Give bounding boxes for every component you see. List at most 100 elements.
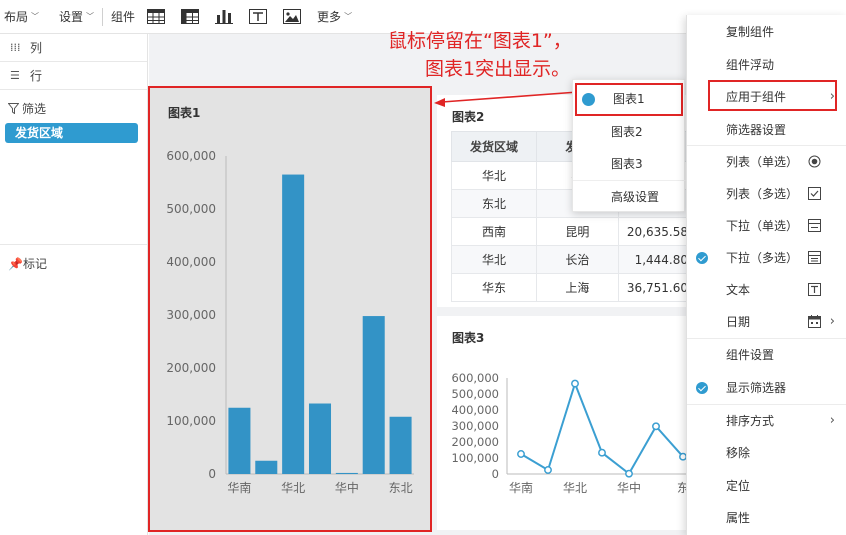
table-cell: 1,444.80 [617,245,698,274]
menu-item-list-multi[interactable]: 列表（多选） [687,178,846,210]
table-row: 华东 上海 36,751.60 [451,273,698,302]
x-tick-label: 华南 [509,480,533,495]
text-icon[interactable] [247,6,269,28]
y-tick-label: 600,000 [166,149,216,163]
chart1-bar-chart: 0 100,000 200,000 300,000 400,000 500,000 600,… [166,149,414,495]
submenu-item-chart1[interactable]: 图表1 [575,83,683,116]
chevron-right-icon: › [829,413,835,428]
table-header[interactable]: 发货区域 [451,131,537,162]
filter-section-title: 筛选 [8,100,46,117]
x-tick-label: 华北 [563,481,587,495]
filter-icon [8,103,19,114]
table-cell: 西南 [451,217,537,246]
menu-item-copy-component[interactable]: 复制组件 [687,16,846,48]
menu-item-remove[interactable]: 移除 [687,437,846,469]
y-tick-label: 400,000 [166,255,216,269]
menu-item-float-component[interactable]: 组件浮动 [687,49,846,81]
component-label: 组件 [111,10,136,24]
columns-icon: ⁞⁞⁞ [10,41,21,54]
chevron-right-icon: › [829,89,835,104]
y-tick-label: 0 [492,467,499,481]
table-row: 华北 长治 1,444.80 [451,245,698,274]
menu-item-text[interactable]: 文本 [687,274,846,306]
menu-item-locate[interactable]: 定位 [687,470,846,502]
chevron-down-icon: ﹀ [31,12,40,21]
chart3-line-chart: 0 100,000 200,000 300,000 400,000 500,000 600,… [451,371,697,495]
bar [228,407,251,474]
data-point [544,466,552,474]
y-tick-label: 500,000 [166,202,216,216]
bar-chart-icon[interactable] [213,6,235,28]
filter-chip-shipping-region[interactable]: 发货区域 [5,123,138,143]
more-label: 更多 [317,10,342,24]
x-tick-label: 东北 [389,481,413,495]
checkbox-icon [808,187,821,200]
table-cell: 20,635.58 [617,217,698,246]
menu-item-date[interactable]: 日期 › [687,306,846,338]
y-tick-label: 400,000 [451,403,499,417]
menu-item-apply-to-component[interactable]: 应用于组件 › [687,81,846,113]
table-cell: 东北 [451,189,537,218]
chevron-down-icon: ﹀ [86,12,95,21]
menu-item-show-filter[interactable]: 显示筛选器 [687,372,846,404]
check-circle-icon [696,252,708,264]
layout-menu[interactable]: 布局 ﹀ [0,0,43,34]
x-tick-label: 华中 [617,480,641,495]
marks-section: 📌标记 [0,244,147,282]
calendar-icon [808,315,821,328]
table-cell: 上海 [535,273,619,302]
x-tick-label: 华南 [227,480,251,495]
pin-icon: 📌 [8,257,23,271]
table-cell: 昆明 [535,217,619,246]
chart1-card[interactable]: 图表1 0 100,000 200,000 300,000 400,000 500,000… [148,86,432,532]
image-icon[interactable] [281,6,303,28]
chevron-right-icon: › [829,314,835,329]
bar [362,316,385,474]
x-tick-label: 华中 [335,480,359,495]
toolbar-divider [102,7,104,26]
table-cell: 36,751.60 [617,273,698,302]
dropdown-multi-icon [808,251,821,264]
table-icon[interactable] [145,6,167,28]
settings-label: 设置 [59,10,84,24]
table-row: 西南 昆明 20,635.58 [451,217,698,246]
crosstab-icon[interactable] [179,6,201,28]
menu-item-list-single[interactable]: 列表（单选） [687,146,846,178]
submenu-item-advanced-settings[interactable]: 高级设置 [573,181,686,213]
table-cell: 华北 [451,161,537,190]
menu-item-dropdown-multi[interactable]: 下拉（多选） [687,242,846,274]
y-tick-label: 200,000 [451,435,499,449]
dropdown-single-icon [808,219,821,232]
rows-shelf[interactable]: ☰ 行 [0,62,147,90]
check-circle-icon [582,93,595,106]
menu-item-dropdown-single[interactable]: 下拉（单选） [687,210,846,242]
x-tick-label: 华北 [281,481,305,495]
bar [389,416,412,474]
apply-to-component-submenu: 图表1 图表2 图表3 高级设置 [572,79,686,213]
menu-item-filter-settings[interactable]: 筛选器设置 [687,114,846,146]
y-tick-label: 300,000 [451,419,499,433]
y-tick-label: 0 [208,467,216,481]
more-menu[interactable]: 更多 ﹀ [313,0,356,34]
text-box-icon [808,283,821,296]
left-panel: ⁞⁞⁞ 列 ☰ 行 筛选 发货区域 📌标记 [0,34,148,535]
table-cell: 长治 [535,245,619,274]
y-tick-label: 100,000 [166,414,216,428]
y-tick-label: 100,000 [451,451,499,465]
menu-item-properties[interactable]: 属性 [687,502,846,534]
columns-shelf[interactable]: ⁞⁞⁞ 列 [0,34,147,62]
submenu-item-chart2[interactable]: 图表2 [573,116,686,148]
bar [255,460,278,474]
data-point [598,448,606,457]
settings-menu[interactable]: 设置 ﹀ [55,0,98,34]
submenu-item-chart3[interactable]: 图表3 [573,148,686,180]
chart3-card[interactable]: 图表3 0 100,000 200,000 300,000 400,000 500,000… [437,316,697,530]
y-tick-label: 600,000 [451,371,499,385]
y-tick-label: 200,000 [166,361,216,375]
annotation-line1: 鼠标停留在“图表1”， [388,30,572,52]
data-point [652,422,660,431]
table-cell: 华北 [451,245,537,274]
radio-icon [808,155,821,168]
menu-item-component-settings[interactable]: 组件设置 [687,339,846,371]
menu-item-sort-order[interactable]: 排序方式 › [687,405,846,437]
